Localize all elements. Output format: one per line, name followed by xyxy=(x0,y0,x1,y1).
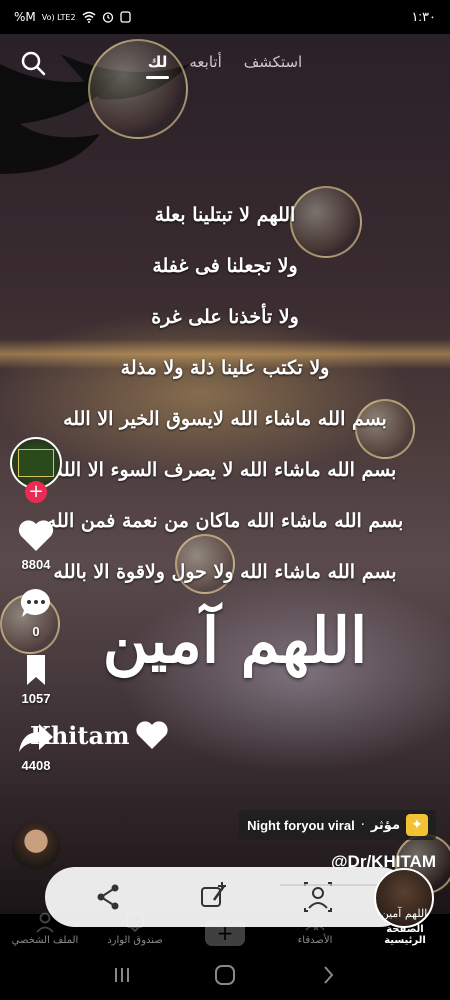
video-thumbnail[interactable]: اللهم آمين xyxy=(374,868,434,928)
share-count: 4408 xyxy=(21,758,51,773)
back-icon[interactable] xyxy=(314,961,342,989)
poem-line: بسم الله ماشاء الله ماكان من نعمة فمن ال… xyxy=(46,510,404,532)
status-bar: %M Vo) LTE2 ١:٣٠ xyxy=(0,0,450,34)
nav-inbox-label: صندوق الوارد xyxy=(107,935,163,946)
notification-icon xyxy=(119,11,131,23)
share-icon[interactable] xyxy=(91,880,125,914)
tab-for-you[interactable]: لك xyxy=(145,53,169,79)
promo-separator: · xyxy=(360,817,365,833)
alarm-icon xyxy=(102,12,113,23)
poem-text: اللهم لا تبتلينا بعلة ولا تجعلنا فى غفلة… xyxy=(0,190,450,598)
poem-line: ولا تجعلنا فى غفلة xyxy=(152,255,298,277)
promo-text: Night foryou viral xyxy=(247,817,355,833)
like-count: 8804 xyxy=(21,557,51,572)
nav-friends-label: الأصدقاء xyxy=(297,935,333,946)
promo-label: مؤثر xyxy=(370,817,400,833)
save-button[interactable]: 1057 xyxy=(17,653,55,706)
tab-following[interactable]: أتابعه xyxy=(189,53,221,71)
share-toolbar xyxy=(45,867,410,927)
amen-calligraphy: اللهم آمين xyxy=(102,604,368,677)
creator-avatar[interactable]: + xyxy=(10,437,62,503)
tab-explore[interactable]: استكشف xyxy=(244,53,302,71)
follow-button[interactable]: + xyxy=(25,481,47,503)
nav-profile-label: الملف الشخصي xyxy=(11,935,79,946)
share-arrow-icon[interactable] xyxy=(17,720,55,754)
edit-icon[interactable] xyxy=(196,880,230,914)
home-icon[interactable] xyxy=(211,961,239,989)
status-icons: %M Vo) LTE2 xyxy=(14,10,131,24)
thumbnail-text: اللهم آمين xyxy=(380,907,428,920)
poem-line: بسم الله ماشاء الله لايسوق الخير الا الل… xyxy=(63,408,387,430)
avatar-image xyxy=(18,449,54,477)
poem-line: ولا تأخذنا على غرة xyxy=(151,306,299,328)
like-button[interactable]: 8804 xyxy=(17,519,55,572)
bookmark-icon[interactable] xyxy=(17,653,55,687)
heart-icon[interactable] xyxy=(17,519,55,553)
status-time: ١:٣٠ xyxy=(411,9,436,24)
poem-line: بسم الله ماشاء الله لا يصرف السوء الا ال… xyxy=(53,459,397,481)
wifi-icon xyxy=(82,11,96,23)
comment-count: 0 xyxy=(32,624,40,639)
share-button[interactable]: 4408 xyxy=(17,720,55,773)
action-rail: + 8804 0 1057 4408 xyxy=(8,437,64,787)
poem-line: اللهم لا تبتلينا بعلة xyxy=(154,204,296,226)
heart-icon xyxy=(136,721,169,749)
poem-line: ولا تكتب علينا ذلة ولا مذلة xyxy=(120,357,330,379)
sparkle-icon: ✦ xyxy=(406,814,428,836)
promo-chip[interactable]: ✦ مؤثر · Night foryou viral xyxy=(239,810,436,840)
save-count: 1057 xyxy=(21,691,51,706)
recents-icon[interactable] xyxy=(108,961,136,989)
battery-text: %M xyxy=(14,10,36,24)
system-nav-bar xyxy=(0,950,450,1000)
top-tabs: لك أتابعه استكشف xyxy=(0,46,450,79)
network-text: Vo) LTE2 xyxy=(41,12,76,22)
poem-line: بسم الله ماشاء الله ولا حول ولاقوة الا ب… xyxy=(53,561,397,583)
comment-button[interactable]: 0 xyxy=(17,586,55,639)
music-avatar[interactable] xyxy=(12,822,60,870)
comment-icon[interactable] xyxy=(17,586,55,620)
